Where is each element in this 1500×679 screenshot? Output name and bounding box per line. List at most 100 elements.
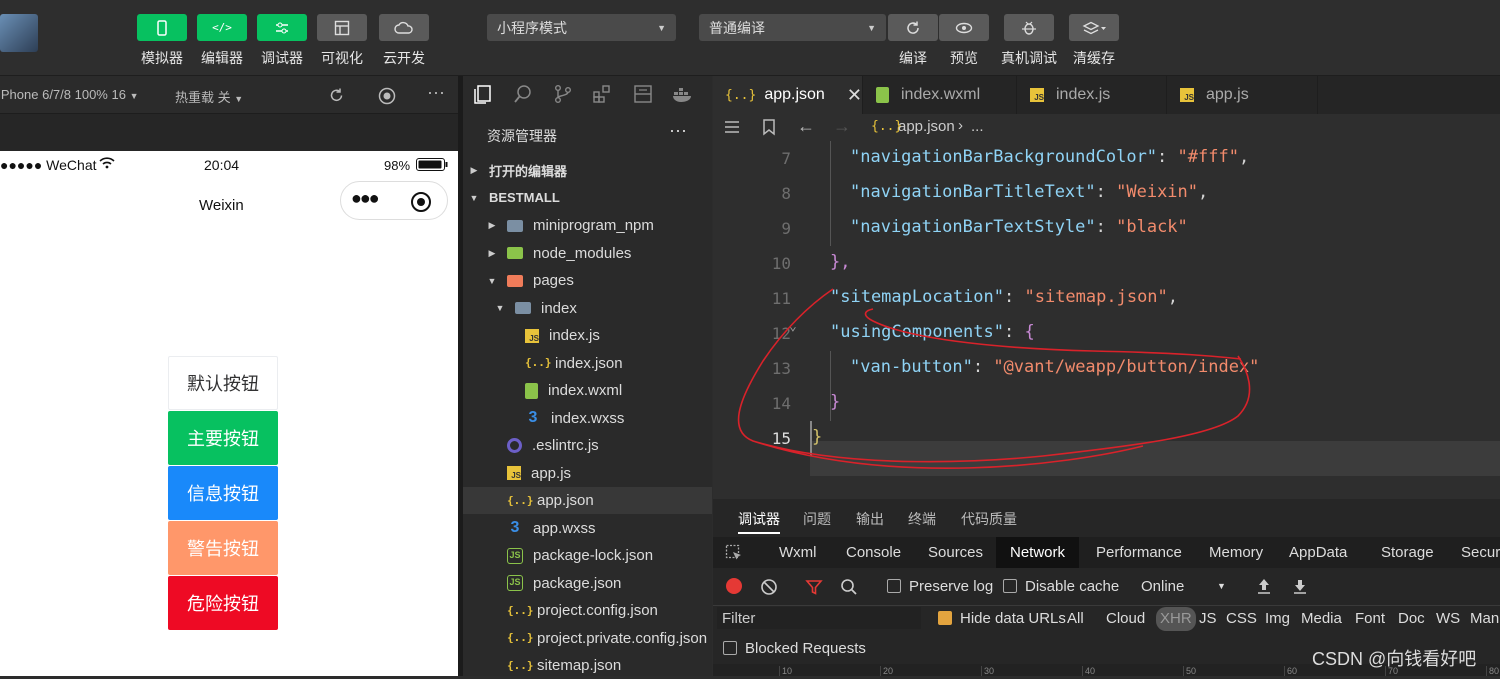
type-filter-cloud[interactable]: Cloud — [1106, 610, 1145, 627]
filter-input[interactable]: Filter — [717, 607, 921, 629]
tree-item-pages[interactable]: ▼ pages — [463, 267, 712, 294]
download-icon[interactable] — [1292, 577, 1308, 595]
bookmark-icon[interactable] — [761, 118, 777, 136]
type-filter-doc[interactable]: Doc — [1398, 610, 1425, 627]
cloud-dev-button[interactable] — [379, 14, 429, 41]
tree-item-miniprogram-npm[interactable]: ▶ miniprogram_npm — [463, 212, 712, 239]
type-filter-ws[interactable]: WS — [1436, 610, 1460, 627]
list-icon[interactable] — [723, 119, 741, 135]
devtools-tab-storage[interactable]: Storage — [1367, 537, 1448, 568]
panel-tab-output[interactable]: 输出 — [856, 509, 884, 529]
mode-select[interactable]: 小程序模式 ▼ — [487, 14, 676, 41]
devtools-tab-performance[interactable]: Performance — [1082, 537, 1196, 568]
panel-tab-problems[interactable]: 问题 — [803, 509, 831, 529]
project-section[interactable]: ▼ BESTMALL — [463, 184, 712, 211]
remote-debug-button[interactable] — [1004, 14, 1054, 41]
devtools-tab-appdata[interactable]: AppData — [1275, 537, 1361, 568]
avatar[interactable] — [0, 14, 38, 52]
blocked-requests-checkbox[interactable]: Blocked Requests — [723, 640, 866, 657]
source-control-icon[interactable] — [553, 84, 573, 104]
tree-item-index-wxss[interactable]: 3 index.wxss — [463, 405, 712, 432]
filter-icon[interactable] — [805, 578, 823, 596]
clear-icon[interactable] — [760, 578, 778, 596]
hot-reload-select[interactable]: 热重载 关 ▼ — [175, 87, 243, 106]
panel-tab-terminal[interactable]: 终端 — [908, 509, 936, 529]
type-filter-img[interactable]: Img — [1265, 610, 1290, 627]
disable-cache-checkbox[interactable]: Disable cache — [1003, 578, 1119, 595]
tree-item-index-wxml[interactable]: index.wxml — [463, 377, 712, 404]
clear-cache-button[interactable] — [1069, 14, 1119, 41]
type-filter-css[interactable]: CSS — [1226, 610, 1257, 627]
preview-button[interactable] — [939, 14, 989, 41]
tree-item-sitemap-json[interactable]: {..} sitemap.json — [463, 652, 712, 679]
compile-button[interactable] — [888, 14, 938, 41]
tree-item-app-js[interactable]: JS app.js — [463, 460, 712, 487]
upload-icon[interactable] — [1256, 577, 1272, 595]
devtools-tab-console[interactable]: Console — [832, 537, 915, 568]
van-button-info[interactable]: 信息按钮 — [168, 466, 278, 520]
tab-app-json[interactable]: {..} app.json ✕ — [713, 76, 863, 114]
tree-item-index-js[interactable]: JS index.js — [463, 322, 712, 349]
tab-index-js[interactable]: JS index.js — [1018, 76, 1167, 114]
type-filter-js[interactable]: JS — [1199, 610, 1217, 627]
open-editors-section[interactable]: ▶ 打开的编辑器 — [463, 157, 712, 184]
visual-toggle-button[interactable] — [317, 14, 367, 41]
tree-item-app-json[interactable]: {..} app.json — [463, 487, 712, 514]
back-arrow-icon[interactable]: ← — [797, 116, 815, 137]
panel-tab-code-quality[interactable]: 代码质量 — [961, 509, 1017, 529]
type-filter-all[interactable]: All — [1067, 610, 1084, 627]
capsule-more-icon[interactable]: ●●● — [351, 188, 380, 209]
debugger-toggle-button[interactable] — [257, 14, 307, 41]
tree-item-project-private-config-json[interactable]: {..} project.private.config.json — [463, 625, 712, 652]
tree-item-project-config-json[interactable]: {..} project.config.json — [463, 597, 712, 624]
devtools-tab-security[interactable]: Securi — [1447, 537, 1500, 568]
simulator-toggle-button[interactable] — [137, 14, 187, 41]
tree-item-node-modules[interactable]: ▶ node_modules — [463, 240, 712, 267]
tree-item-index[interactable]: ▼ index — [463, 295, 712, 322]
panel-tab-debugger[interactable]: 调试器 — [738, 509, 780, 534]
van-button-default[interactable]: 默认按钮 — [168, 356, 278, 410]
tree-item-eslintrc-js[interactable]: .eslintrc.js — [463, 432, 712, 459]
inspect-icon[interactable] — [725, 544, 743, 562]
stop-icon[interactable] — [378, 87, 396, 105]
code-editor[interactable]: 7 8 9 10 11 12 13 14 15 ⌄ "navigationBar… — [713, 141, 1500, 499]
more-icon[interactable]: ··· — [427, 82, 445, 103]
van-button-danger[interactable]: 危险按钮 — [168, 576, 278, 630]
record-button[interactable] — [726, 578, 742, 594]
tab-app-js[interactable]: JS app.js — [1168, 76, 1318, 114]
device-select[interactable]: iPhone 6/7/8 100% 16 ▼ — [0, 87, 138, 102]
rotate-icon[interactable] — [328, 87, 345, 104]
outline-icon[interactable] — [633, 84, 653, 104]
type-filter-xhr[interactable]: XHR — [1156, 607, 1196, 631]
van-button-warning[interactable]: 警告按钮 — [168, 521, 278, 575]
throttle-select[interactable]: Online ▼ — [1141, 578, 1227, 595]
extensions-icon[interactable] — [592, 84, 612, 104]
type-filter-media[interactable]: Media — [1301, 610, 1342, 627]
hide-data-urls-checkbox[interactable]: Hide data URLs — [938, 610, 1066, 627]
breadcrumb-file[interactable]: app.json — [898, 118, 955, 135]
tree-item-app-wxss[interactable]: 3 app.wxss — [463, 515, 712, 542]
capsule-close-icon[interactable] — [410, 191, 432, 213]
devtools-tab-wxml[interactable]: Wxml — [765, 537, 831, 568]
type-filter-font[interactable]: Font — [1355, 610, 1385, 627]
close-icon[interactable]: ✕ — [847, 85, 862, 106]
search-icon[interactable] — [513, 84, 533, 104]
breadcrumb-more[interactable]: ... — [971, 118, 984, 135]
type-filter-man[interactable]: Man — [1470, 610, 1499, 627]
devtools-tab-network[interactable]: Network — [996, 537, 1080, 568]
compile-select[interactable]: 普通编译 ▼ — [699, 14, 886, 41]
files-icon[interactable] — [472, 84, 492, 104]
tab-index-wxml[interactable]: index.wxml — [864, 76, 1017, 114]
editor-toggle-button[interactable]: </> — [197, 14, 247, 41]
tree-item-index-json[interactable]: {..} index.json — [463, 350, 712, 377]
forward-arrow-icon[interactable]: → — [833, 116, 851, 137]
tree-item-package-lock-json[interactable]: JS package-lock.json — [463, 542, 712, 569]
van-button-primary[interactable]: 主要按钮 — [168, 411, 278, 465]
explorer-more-icon[interactable]: ··· — [669, 120, 687, 141]
docker-icon[interactable] — [672, 85, 694, 103]
preserve-log-checkbox[interactable]: Preserve log — [887, 578, 993, 595]
tree-item-package-json[interactable]: JS package.json — [463, 570, 712, 597]
devtools-tab-memory[interactable]: Memory — [1195, 537, 1277, 568]
search-icon[interactable] — [840, 578, 858, 596]
devtools-tab-sources[interactable]: Sources — [914, 537, 997, 568]
